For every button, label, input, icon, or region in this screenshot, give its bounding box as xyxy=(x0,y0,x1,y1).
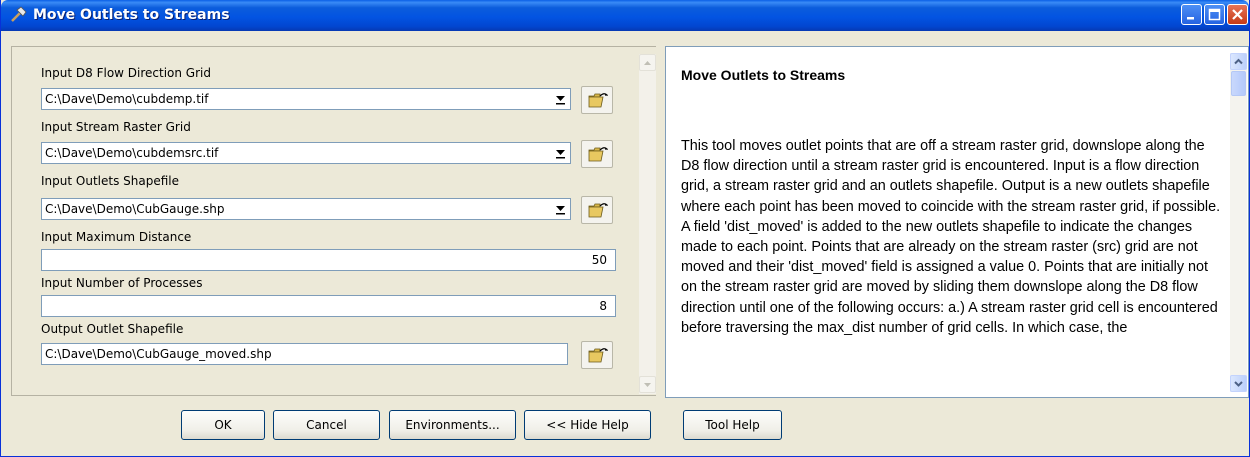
dialog-window: Move Outlets to Streams Input D8 Flow Di… xyxy=(0,0,1250,457)
max-distance-value: 50 xyxy=(591,253,607,267)
d8-grid-dropdown-button[interactable] xyxy=(552,90,569,108)
chevron-down-icon xyxy=(1234,381,1243,387)
output-shapefile-browse-button[interactable] xyxy=(581,341,613,369)
cancel-button[interactable]: Cancel xyxy=(273,410,380,440)
tool-help-button[interactable]: Tool Help xyxy=(683,410,782,440)
hammer-icon xyxy=(11,6,27,22)
max-distance-input[interactable]: 50 xyxy=(41,249,616,271)
open-folder-icon xyxy=(588,203,608,218)
help-panel: Move Outlets to Streams This tool moves … xyxy=(665,46,1249,398)
parameters-scroll-up-button[interactable] xyxy=(639,54,656,71)
num-processes-value: 8 xyxy=(599,299,607,313)
title-bar[interactable]: Move Outlets to Streams xyxy=(1,0,1249,31)
stream-grid-browse-button[interactable] xyxy=(581,140,613,168)
d8-grid-combo[interactable]: C:\Dave\Demo\cubdemp.tif xyxy=(41,88,571,110)
max-distance-label: Input Maximum Distance xyxy=(41,230,192,244)
chevron-down-icon xyxy=(556,206,565,215)
help-scroll-down-button[interactable] xyxy=(1230,375,1247,392)
help-title: Move Outlets to Streams xyxy=(681,67,846,83)
hide-help-button[interactable]: << Hide Help xyxy=(524,410,651,440)
help-scroll-thumb[interactable] xyxy=(1231,71,1246,96)
chevron-down-icon xyxy=(556,96,565,105)
open-folder-icon xyxy=(588,93,608,108)
parameters-scroll-down-button[interactable] xyxy=(639,376,656,393)
minimize-button[interactable] xyxy=(1181,4,1202,25)
help-body-text: This tool moves outlet points that are o… xyxy=(681,138,1221,336)
outlets-shapefile-combo[interactable]: C:\Dave\Demo\CubGauge.shp xyxy=(41,198,571,220)
d8-grid-label: Input D8 Flow Direction Grid xyxy=(41,66,211,80)
chevron-down-icon xyxy=(556,150,565,159)
outlets-shapefile-dropdown-button[interactable] xyxy=(552,200,569,218)
outlets-shapefile-value: C:\Dave\Demo\CubGauge.shp xyxy=(45,202,225,216)
open-folder-icon xyxy=(588,348,608,363)
outlets-shapefile-label: Input Outlets Shapefile xyxy=(41,174,179,188)
stream-grid-combo[interactable]: C:\Dave\Demo\cubdemsrc.tif xyxy=(41,142,571,164)
environments-button[interactable]: Environments... xyxy=(389,410,516,440)
output-shapefile-input[interactable]: C:\Dave\Demo\CubGauge_moved.shp xyxy=(41,343,568,365)
minimize-icon xyxy=(1187,17,1194,20)
stream-grid-dropdown-button[interactable] xyxy=(552,144,569,162)
close-button[interactable] xyxy=(1227,4,1248,25)
d8-grid-value: C:\Dave\Demo\cubdemp.tif xyxy=(45,92,209,106)
help-scroll-up-button[interactable] xyxy=(1230,53,1247,70)
open-folder-icon xyxy=(588,147,608,162)
output-shapefile-label: Output Outlet Shapefile xyxy=(41,322,184,336)
stream-grid-label: Input Stream Raster Grid xyxy=(41,120,191,134)
num-processes-label: Input Number of Processes xyxy=(41,276,203,290)
parameters-scrollbar[interactable] xyxy=(639,54,656,394)
chevron-up-icon xyxy=(1234,58,1243,65)
chevron-down-icon xyxy=(644,383,651,387)
chevron-up-icon xyxy=(644,61,651,65)
outlets-shapefile-browse-button[interactable] xyxy=(581,196,613,224)
maximize-icon xyxy=(1208,8,1221,21)
ok-button[interactable]: OK xyxy=(181,410,265,440)
d8-grid-browse-button[interactable] xyxy=(581,86,613,114)
output-shapefile-value: C:\Dave\Demo\CubGauge_moved.shp xyxy=(45,347,272,361)
close-icon xyxy=(1232,9,1243,20)
num-processes-input[interactable]: 8 xyxy=(41,295,616,317)
stream-grid-value: C:\Dave\Demo\cubdemsrc.tif xyxy=(45,146,219,160)
maximize-button[interactable] xyxy=(1204,4,1225,25)
help-scrollbar[interactable] xyxy=(1230,53,1247,392)
window-title: Move Outlets to Streams xyxy=(33,7,230,23)
